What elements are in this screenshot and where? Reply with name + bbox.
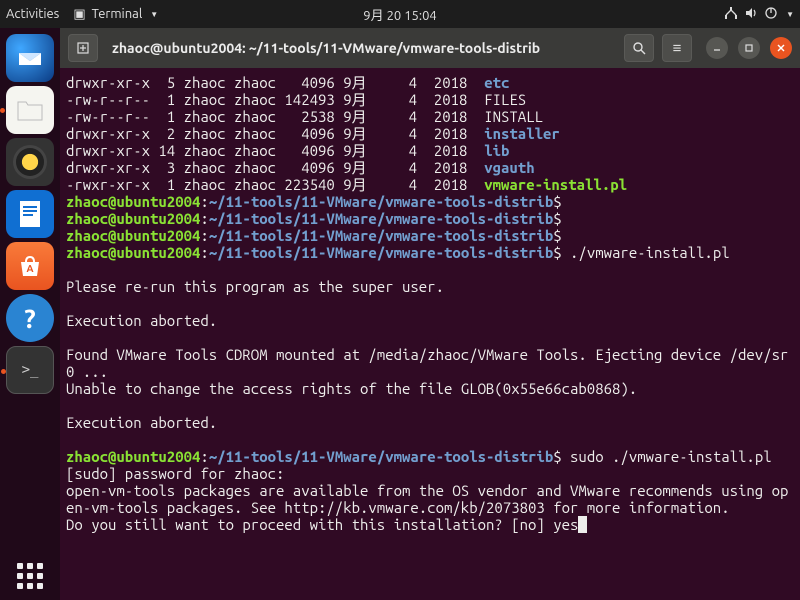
minimize-button[interactable] — [706, 37, 728, 59]
network-icon — [724, 6, 738, 23]
window-title: zhaoc@ubuntu2004: ~/11-tools/11-VMware/v… — [106, 40, 616, 56]
help-icon: ? — [24, 304, 35, 333]
app-menu-label: Terminal — [92, 7, 143, 21]
activities-button[interactable]: Activities — [6, 7, 59, 22]
dock-app-ubuntu-software[interactable]: A — [6, 242, 54, 290]
apps-grid-icon — [17, 563, 43, 589]
system-status-area[interactable]: ▼ — [724, 6, 794, 23]
minimize-icon — [712, 43, 722, 53]
title-bar: zhaoc@ubuntu2004: ~/11-tools/11-VMware/v… — [60, 28, 800, 68]
terminal-window: zhaoc@ubuntu2004: ~/11-tools/11-VMware/v… — [60, 28, 800, 600]
search-button[interactable] — [624, 34, 654, 62]
gnome-top-bar: Activities ▣ Terminal ▼ 9月 20 15:04 ▼ — [0, 0, 800, 28]
dock-app-libreoffice-writer[interactable] — [6, 190, 54, 238]
svg-text:A: A — [26, 263, 33, 274]
search-icon — [632, 41, 647, 56]
dock-app-files[interactable] — [6, 86, 54, 134]
dock-app-terminal[interactable]: >_ — [6, 346, 54, 394]
dock-app-help[interactable]: ? — [6, 294, 54, 342]
chevron-down-icon: ▼ — [786, 10, 794, 19]
hamburger-icon: ≡ — [673, 39, 682, 57]
terminal-content[interactable]: drwxr-xr-x 5 zhaoc zhaoc 4096 9月 4 2018 … — [60, 68, 800, 600]
power-icon — [764, 6, 778, 23]
folder-icon — [16, 98, 44, 122]
app-menu[interactable]: ▣ Terminal ▼ — [73, 7, 158, 22]
thunderbird-icon — [15, 43, 45, 73]
dock-show-applications[interactable] — [6, 552, 54, 600]
dock: A ? >_ — [0, 28, 60, 600]
shopping-bag-icon: A — [17, 254, 43, 278]
clock[interactable]: 9月 20 15:04 — [269, 5, 532, 24]
terminal-prompt-icon: >_ — [22, 362, 39, 378]
terminal-icon: ▣ — [73, 7, 85, 22]
speaker-icon — [16, 148, 44, 176]
document-icon — [17, 199, 43, 229]
menu-button[interactable]: ≡ — [662, 34, 692, 62]
dock-app-rhythmbox[interactable] — [6, 138, 54, 186]
close-button[interactable] — [770, 37, 792, 59]
maximize-icon — [744, 43, 754, 53]
dock-app-thunderbird[interactable] — [6, 34, 54, 82]
close-icon — [776, 43, 786, 53]
new-tab-icon — [75, 40, 91, 56]
chevron-down-icon: ▼ — [150, 10, 158, 19]
new-tab-button[interactable] — [68, 34, 98, 62]
volume-icon — [744, 6, 758, 23]
maximize-button[interactable] — [738, 37, 760, 59]
